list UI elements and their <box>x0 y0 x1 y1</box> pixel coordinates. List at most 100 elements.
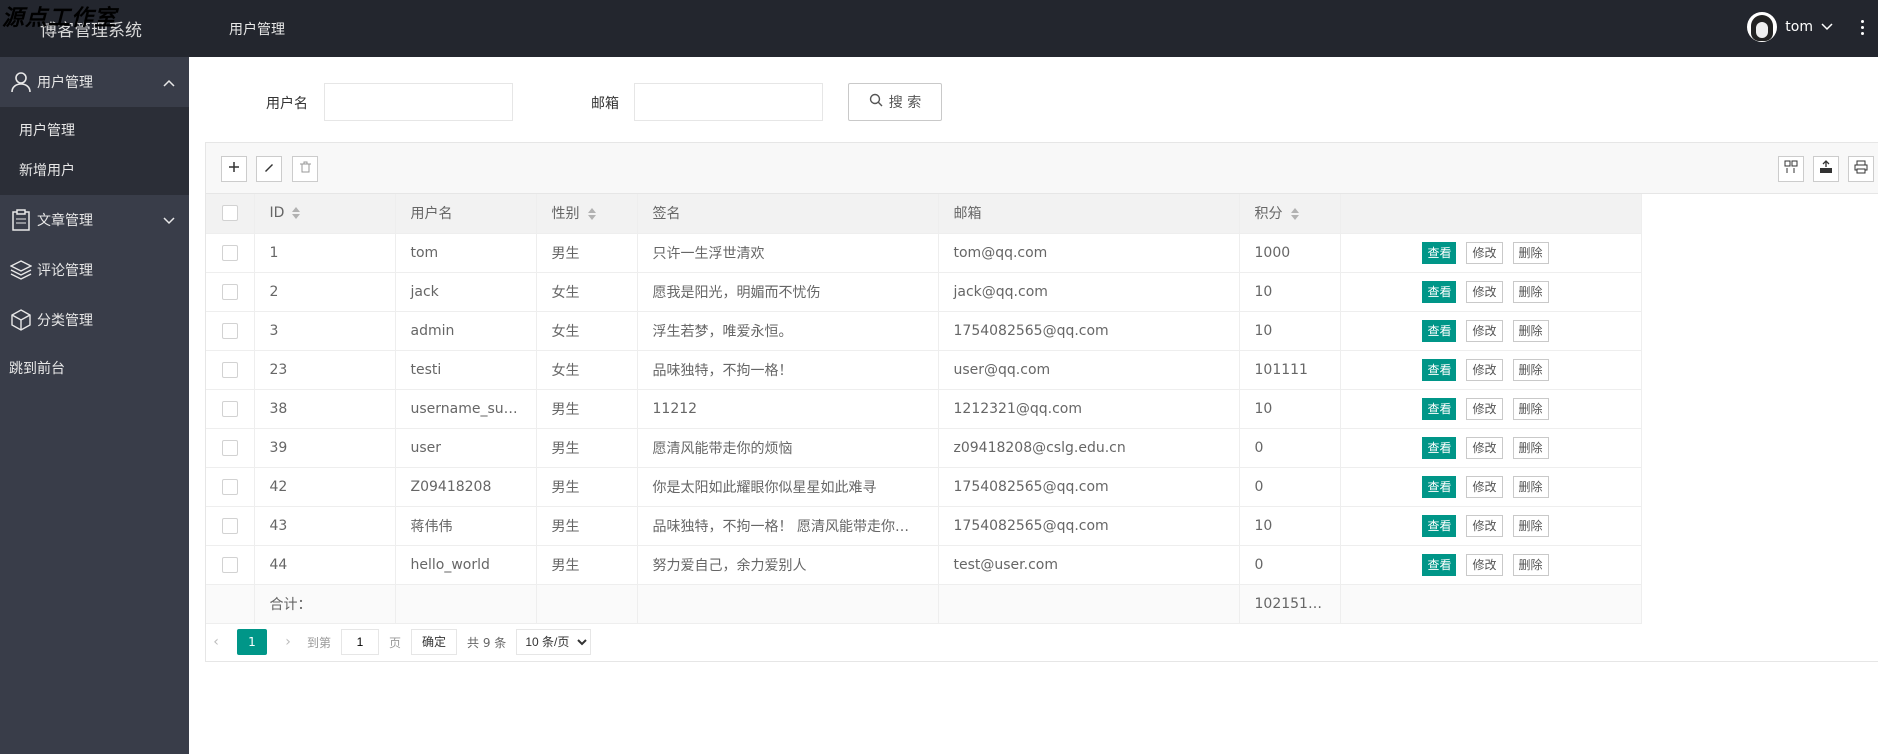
table-row[interactable]: 2 jack 女生 愿我是阳光，明媚而不忧伤 jack@qq.com 10 查看 修改 删除 <box>206 272 1642 312</box>
sidebar-item-add-user[interactable]: 新增用户 <box>0 151 189 191</box>
table-row[interactable]: 39 user 男生 愿清风能带走你的烦恼 z09418208@cslg.edu.cn 0… <box>206 428 1642 468</box>
view-button[interactable]: 查看 <box>1422 475 1457 498</box>
view-button[interactable]: 查看 <box>1422 397 1457 420</box>
sidebar-group-article-management[interactable]: 文章管理 <box>0 195 189 245</box>
next-page-icon[interactable]: › <box>277 634 299 650</box>
column-header-id[interactable]: ID <box>254 194 396 234</box>
table-row[interactable]: 1 tom 男生 只许一生浮世清欢 tom@qq.com 1000 查看 修改 删除 <box>206 233 1642 273</box>
edit-row-button[interactable]: 修改 <box>1466 553 1503 576</box>
edit-row-button[interactable]: 修改 <box>1466 280 1503 303</box>
row-checkbox-cell[interactable] <box>206 467 255 507</box>
select-all-checkbox-cell[interactable] <box>206 194 255 234</box>
delete-button[interactable] <box>292 156 318 182</box>
edit-row-button[interactable]: 修改 <box>1466 358 1503 381</box>
edit-row-button[interactable]: 修改 <box>1466 319 1503 342</box>
cell-signature: 品味独特，不拘一格！ <box>637 350 939 390</box>
cell-username: tom <box>395 233 537 273</box>
user-table: ID 用户名 性别 签名 邮箱 积分 1 tom 男生 只许一生浮世清欢 tom@qq.… <box>206 194 1642 624</box>
goto-confirm-button[interactable]: 确定 <box>411 629 458 655</box>
view-button[interactable]: 查看 <box>1422 514 1457 537</box>
export-button[interactable] <box>1813 156 1839 182</box>
sort-icon[interactable] <box>292 207 301 220</box>
row-checkbox-cell[interactable] <box>206 233 255 273</box>
sidebar-group-user-management[interactable]: 用户管理 <box>0 57 189 107</box>
row-checkbox[interactable] <box>221 244 238 261</box>
row-checkbox-cell[interactable] <box>206 272 255 312</box>
page-size-select[interactable]: 10 条/页 <box>516 629 592 655</box>
edit-row-button[interactable]: 修改 <box>1466 475 1503 498</box>
table-row[interactable]: 44 hello_world 男生 努力爱自己，余力爱别人 test@user.com 0… <box>206 545 1642 585</box>
delete-row-button[interactable]: 删除 <box>1512 358 1549 381</box>
delete-row-button[interactable]: 删除 <box>1512 241 1549 264</box>
view-button[interactable]: 查看 <box>1422 553 1457 576</box>
sort-icon[interactable] <box>587 208 596 221</box>
delete-row-button[interactable]: 删除 <box>1512 319 1549 342</box>
sidebar-item-user-management[interactable]: 用户管理 <box>0 111 189 151</box>
row-checkbox[interactable] <box>221 361 238 378</box>
delete-row-button[interactable]: 删除 <box>1512 553 1549 576</box>
export-icon <box>1819 160 1833 178</box>
cell-id: 44 <box>254 545 396 585</box>
sort-icon[interactable] <box>1290 208 1299 221</box>
search-button[interactable]: 搜 索 <box>848 83 942 121</box>
sidebar-group-comment-management[interactable]: 评论管理 <box>0 245 189 295</box>
row-checkbox[interactable] <box>221 400 238 417</box>
print-button[interactable] <box>1848 156 1874 182</box>
cell-username: hello_world <box>395 545 537 585</box>
edit-row-button[interactable]: 修改 <box>1466 436 1503 459</box>
view-button[interactable]: 查看 <box>1422 436 1457 459</box>
row-checkbox-cell[interactable] <box>206 350 255 390</box>
column-header-score[interactable]: 积分 <box>1239 194 1341 234</box>
username-search-input[interactable] <box>324 83 513 121</box>
row-checkbox[interactable] <box>221 478 238 495</box>
edit-button[interactable] <box>256 156 282 182</box>
sidebar-link-frontend[interactable]: 跳到前台 <box>0 345 189 393</box>
view-button[interactable]: 查看 <box>1422 358 1457 381</box>
row-checkbox[interactable] <box>221 556 238 573</box>
table-row[interactable]: 3 admin 女生 浮生若梦，唯爱永恒。 1754082565@qq.com 10 查看修… <box>206 311 1642 351</box>
sidebar-group-category-management[interactable]: 分类管理 <box>0 295 189 345</box>
delete-row-button[interactable]: 删除 <box>1512 397 1549 420</box>
row-checkbox-cell[interactable] <box>206 545 255 585</box>
table-row[interactable]: 42 Z09418208 男生 你是太阳如此耀眼你似星星如此难寻 1754082565@… <box>206 467 1642 507</box>
goto-page-input[interactable] <box>341 629 380 655</box>
row-checkbox-cell[interactable] <box>206 506 255 546</box>
row-checkbox-cell[interactable] <box>206 311 255 351</box>
view-button[interactable]: 查看 <box>1422 319 1457 342</box>
view-button[interactable]: 查看 <box>1422 280 1457 303</box>
cell-id: 23 <box>254 350 396 390</box>
edit-row-button[interactable]: 修改 <box>1466 514 1503 537</box>
row-checkbox-cell[interactable] <box>206 428 255 468</box>
delete-row-button[interactable]: 删除 <box>1512 514 1549 537</box>
table-row[interactable]: 23 testi 女生 品味独特，不拘一格！ user@qq.com 101111 查看 修改… <box>206 350 1642 390</box>
cell-email: 1754082565@qq.com <box>938 467 1240 507</box>
user-table-card: ID 用户名 性别 签名 邮箱 积分 1 tom 男生 只许一生浮世清欢 tom@qq.… <box>205 142 1878 662</box>
edit-row-button[interactable]: 修改 <box>1466 397 1503 420</box>
cell-signature: 你是太阳如此耀眼你似星星如此难寻 <box>637 467 939 507</box>
row-checkbox-cell[interactable] <box>206 389 255 429</box>
page-button-current[interactable]: 1 <box>237 629 267 655</box>
select-all-checkbox[interactable] <box>221 205 238 222</box>
row-checkbox[interactable] <box>221 283 238 300</box>
add-button[interactable] <box>221 156 247 182</box>
columns-filter-button[interactable] <box>1778 156 1804 182</box>
email-search-input[interactable] <box>634 83 823 121</box>
edit-row-button[interactable]: 修改 <box>1466 241 1503 264</box>
row-checkbox[interactable] <box>221 322 238 339</box>
user-menu[interactable]: tom <box>1747 12 1833 42</box>
cell-signature: 愿清风能带走你的烦恼 <box>637 428 939 468</box>
cell-email: tom@qq.com <box>938 233 1240 273</box>
prev-page-icon[interactable]: ‹ <box>205 634 227 650</box>
delete-row-button[interactable]: 删除 <box>1512 475 1549 498</box>
table-row[interactable]: 38 username_super 男生 11212 1212321@qq.com 10 查… <box>206 389 1642 429</box>
sidebar-group-label: 分类管理 <box>37 313 93 329</box>
column-header-gender[interactable]: 性别 <box>536 194 638 234</box>
row-checkbox[interactable] <box>221 439 238 456</box>
layers-icon <box>9 258 33 282</box>
view-button[interactable]: 查看 <box>1422 241 1457 264</box>
row-checkbox[interactable] <box>221 517 238 534</box>
table-row[interactable]: 43 蒋伟伟 男生 品味独特，不拘一格！ 愿清风能带走你的烦恼 1754082565@q… <box>206 506 1642 546</box>
more-menu-icon[interactable] <box>1861 20 1864 35</box>
delete-row-button[interactable]: 删除 <box>1512 436 1549 459</box>
delete-row-button[interactable]: 删除 <box>1512 280 1549 303</box>
